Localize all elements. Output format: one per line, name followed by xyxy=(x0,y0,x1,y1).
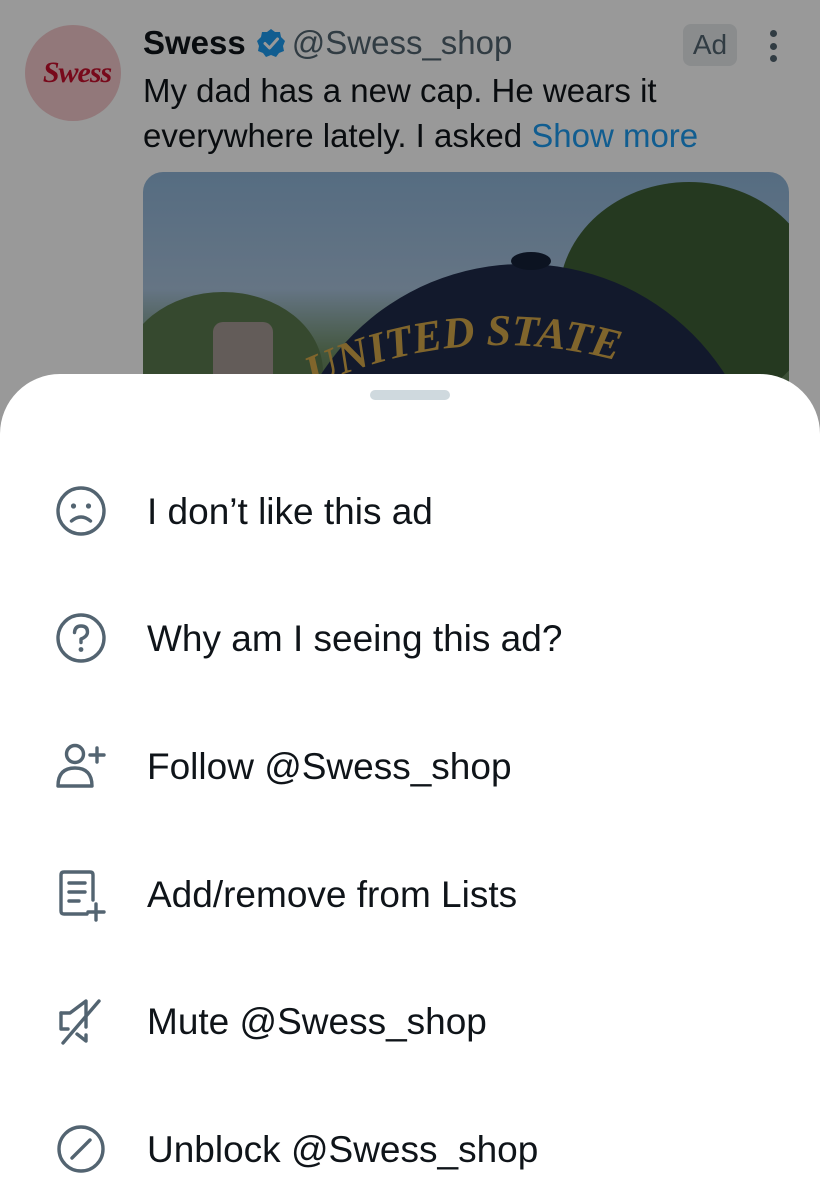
question-circle-icon xyxy=(53,610,109,666)
sad-face-icon xyxy=(53,483,109,539)
menu-item-follow[interactable]: Follow @Swess_shop xyxy=(0,703,820,831)
ad-options-menu: I don’t like this ad Why am I seeing thi… xyxy=(0,448,820,1200)
menu-item-why-this-ad[interactable]: Why am I seeing this ad? xyxy=(0,576,820,704)
menu-item-label: Why am I seeing this ad? xyxy=(147,618,563,660)
menu-item-label: Follow @Swess_shop xyxy=(147,745,512,787)
bottom-sheet: I don’t like this ad Why am I seeing thi… xyxy=(0,374,820,1200)
menu-item-mute[interactable]: Mute @Swess_shop xyxy=(0,958,820,1086)
sheet-grabber-handle[interactable] xyxy=(370,390,450,400)
follow-user-icon xyxy=(53,738,109,794)
menu-item-label: Mute @Swess_shop xyxy=(147,1001,487,1043)
menu-item-label: Unblock @Swess_shop xyxy=(147,1128,539,1170)
list-add-icon xyxy=(53,866,109,922)
unblock-icon xyxy=(53,1121,109,1177)
mute-icon xyxy=(53,993,109,1049)
menu-item-lists[interactable]: Add/remove from Lists xyxy=(0,831,820,959)
menu-item-label: Add/remove from Lists xyxy=(147,873,518,915)
menu-item-label: I don’t like this ad xyxy=(147,490,433,532)
menu-item-unblock[interactable]: Unblock @Swess_shop xyxy=(0,1086,820,1200)
menu-item-dislike-ad[interactable]: I don’t like this ad xyxy=(0,448,820,576)
